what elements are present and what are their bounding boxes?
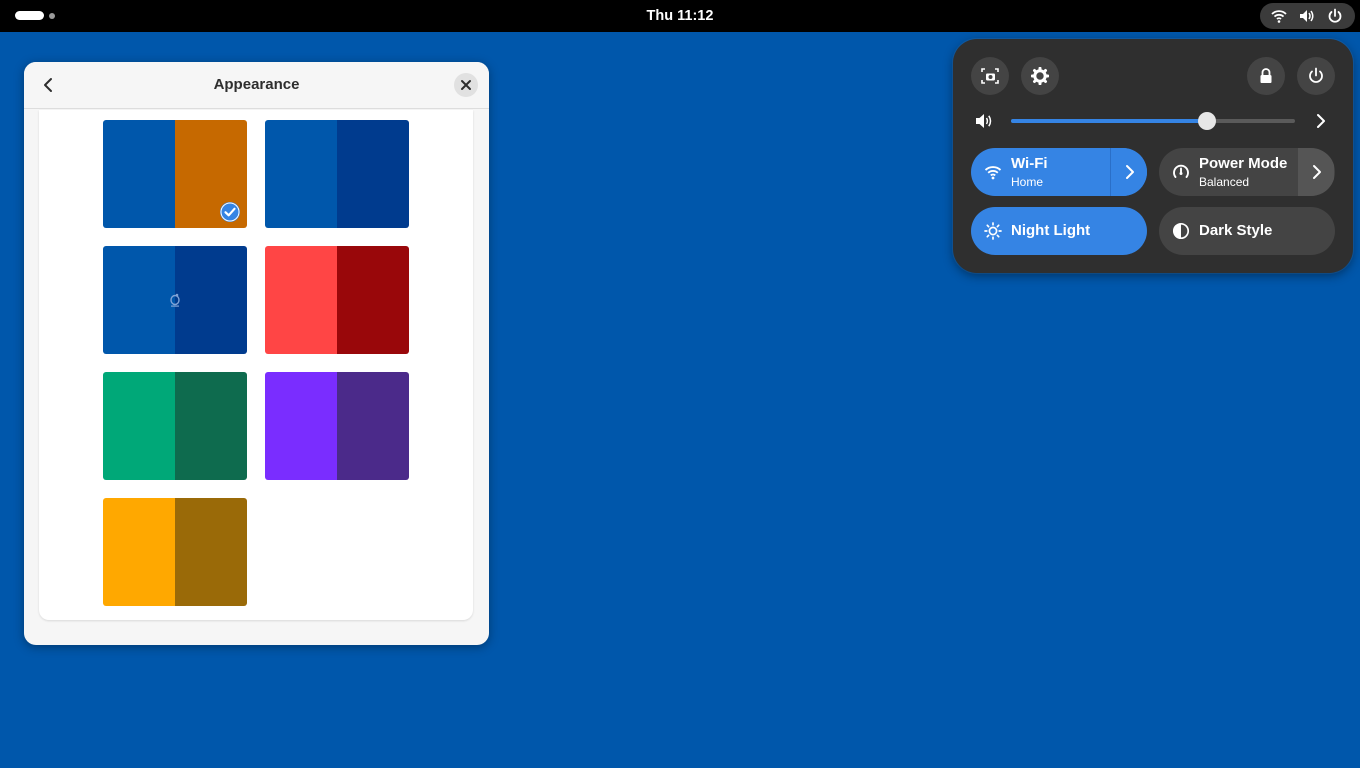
- volume-slider-knob[interactable]: [1197, 112, 1216, 130]
- top-bar: Thu 11:12: [0, 0, 1360, 32]
- speaker-icon: [1299, 8, 1315, 24]
- wallpaper-grid: [39, 110, 473, 620]
- window-title: Appearance: [213, 76, 300, 93]
- workspace-active-pill: [15, 11, 44, 20]
- lock-button[interactable]: [1247, 57, 1285, 95]
- swatch-right-half: [175, 498, 247, 606]
- chevron-right-icon: [1313, 165, 1321, 179]
- night-light-tile[interactable]: Night Light: [971, 207, 1147, 255]
- swatch-right-half: [175, 372, 247, 480]
- wifi-menu-button[interactable]: [1110, 148, 1147, 196]
- quick-settings-panel: Wi-Fi Home Power Mode Balanced Night Lig…: [953, 39, 1353, 273]
- settings-icon: [1031, 67, 1049, 85]
- dark-style-tile[interactable]: Dark Style: [1159, 207, 1335, 255]
- swatch-left-half: [103, 372, 175, 480]
- selected-check-icon: [220, 202, 240, 222]
- dark-style-icon: [1172, 222, 1190, 240]
- wallpaper-swatch-blue-navy[interactable]: [265, 120, 409, 228]
- chevron-left-icon: [44, 78, 52, 92]
- wifi-subtitle: Home: [1011, 175, 1044, 189]
- swatch-right-half: [337, 372, 409, 480]
- system-tray[interactable]: [1260, 3, 1355, 29]
- appearance-window: Appearance: [24, 62, 489, 645]
- power-off-button[interactable]: [1297, 57, 1335, 95]
- volume-slider[interactable]: [1011, 112, 1295, 130]
- speaker-icon[interactable]: [975, 112, 995, 130]
- back-button[interactable]: [36, 72, 62, 98]
- lock-icon: [1260, 68, 1272, 83]
- power-icon: [1309, 67, 1323, 83]
- swatch-right-half: [337, 246, 409, 354]
- power-mode-tile: Power Mode Balanced: [1159, 148, 1335, 196]
- power-mode-title: Power Mode: [1199, 155, 1288, 172]
- chevron-right-icon: [1126, 165, 1134, 179]
- power-mode-toggle[interactable]: Power Mode Balanced: [1159, 148, 1298, 196]
- clock[interactable]: Thu 11:12: [600, 0, 760, 32]
- swatch-left-half: [103, 246, 175, 354]
- wallpaper-swatch-red[interactable]: [265, 246, 409, 354]
- wifi-icon: [1271, 8, 1287, 24]
- screenshot-button[interactable]: [971, 57, 1009, 95]
- wifi-title: Wi-Fi: [1011, 155, 1048, 172]
- night-light-title: Night Light: [1011, 222, 1091, 239]
- close-button[interactable]: [454, 73, 478, 97]
- screenshot-icon: [981, 68, 999, 84]
- wifi-icon: [984, 163, 1002, 181]
- dark-style-title: Dark Style: [1199, 222, 1273, 239]
- chevron-right-icon: [1317, 114, 1325, 128]
- gnome-logo-icon: [168, 292, 182, 308]
- wallpaper-swatch-blue-logo[interactable]: [103, 246, 247, 354]
- wallpaper-swatch-purple[interactable]: [265, 372, 409, 480]
- wifi-toggle[interactable]: Wi-Fi Home: [971, 148, 1110, 196]
- power-mode-subtitle: Balanced: [1199, 175, 1250, 189]
- wallpaper-swatch-blue-orange[interactable]: [103, 120, 247, 228]
- audio-output-menu-button[interactable]: [1311, 111, 1331, 131]
- power-mode-menu-button[interactable]: [1298, 148, 1334, 196]
- settings-button[interactable]: [1021, 57, 1059, 95]
- wallpaper-swatch-yellow[interactable]: [103, 498, 247, 606]
- wallpaper-swatch-green[interactable]: [103, 372, 247, 480]
- wifi-tile: Wi-Fi Home: [971, 148, 1147, 196]
- power-profile-icon: [1172, 163, 1190, 181]
- swatch-left-half: [265, 246, 337, 354]
- swatch-right-half: [337, 120, 409, 228]
- volume-slider-fill: [1011, 119, 1207, 123]
- swatch-right-half: [175, 246, 247, 354]
- swatch-left-half: [265, 372, 337, 480]
- power-icon: [1327, 8, 1343, 24]
- swatch-left-half: [265, 120, 337, 228]
- swatch-left-half: [103, 498, 175, 606]
- night-light-icon: [984, 222, 1002, 240]
- activities-indicator[interactable]: [15, 11, 60, 21]
- window-header: Appearance: [24, 62, 489, 109]
- close-icon: [461, 80, 471, 90]
- swatch-left-half: [103, 120, 175, 228]
- workspace-dot: [49, 13, 55, 19]
